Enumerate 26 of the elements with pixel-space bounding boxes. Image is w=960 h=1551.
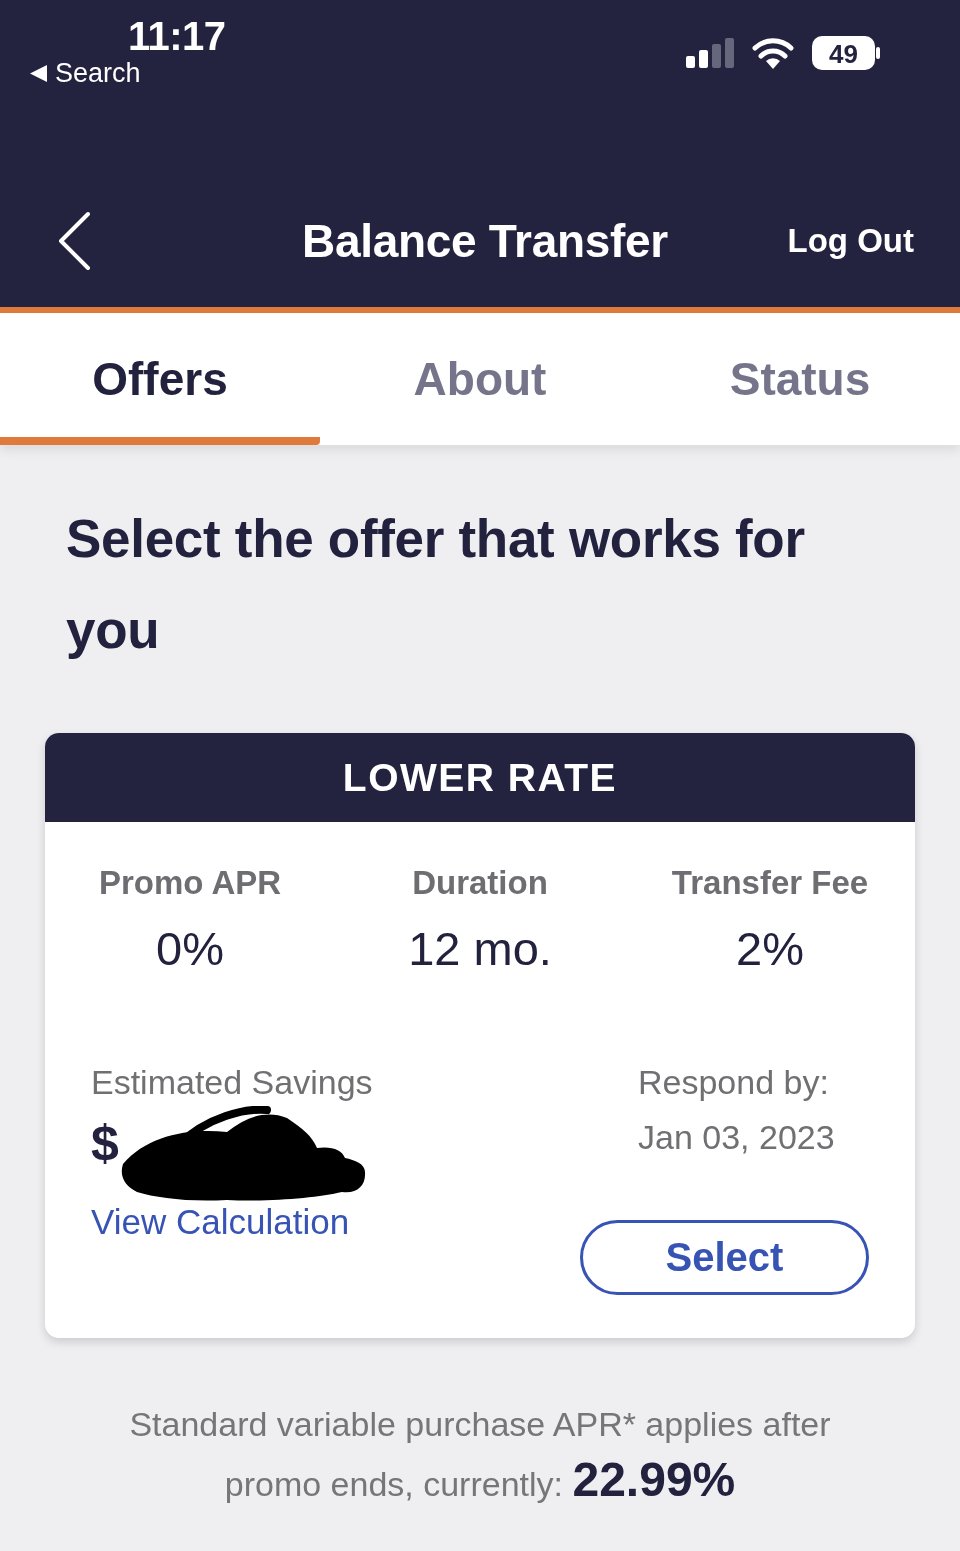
back-to-search-button[interactable]: Search <box>30 58 141 88</box>
log-out-button[interactable]: Log Out <box>787 222 914 260</box>
page-title: Balance Transfer <box>302 214 668 268</box>
select-button[interactable]: Select <box>580 1220 869 1295</box>
wifi-icon <box>752 37 794 69</box>
apr-footnote: Standard variable purchase APR* applies after promo ends, currently: 22.99% <box>128 1404 832 1508</box>
savings-label: Estimated Savings <box>91 1062 373 1102</box>
view-calculation-link[interactable]: View Calculation <box>91 1202 373 1242</box>
left-triangle-icon <box>30 64 47 82</box>
term-label: Duration <box>412 863 548 903</box>
term-value: 0% <box>156 922 224 976</box>
offer-title: LOWER RATE <box>342 755 618 800</box>
term-value: 12 mo. <box>408 922 552 976</box>
term-label: Promo APR <box>98 863 282 903</box>
status-time: 11:17 <box>128 14 226 58</box>
tab[interactable]: About <box>320 313 640 445</box>
term-label: Transfer Fee <box>671 863 869 903</box>
term-value: 2% <box>736 922 804 976</box>
signal-icon <box>686 38 734 68</box>
respond-by-date: Jan 03, 2023 <box>638 1117 835 1157</box>
savings-amount: $ <box>91 1115 119 1171</box>
page-heading: Select the offer that works for you <box>66 508 806 661</box>
tab[interactable]: Offers <box>0 313 320 445</box>
battery-percentage: 49 <box>829 39 858 69</box>
tab[interactable]: Status <box>640 313 960 445</box>
respond-by-label: Respond by: <box>638 1062 829 1102</box>
